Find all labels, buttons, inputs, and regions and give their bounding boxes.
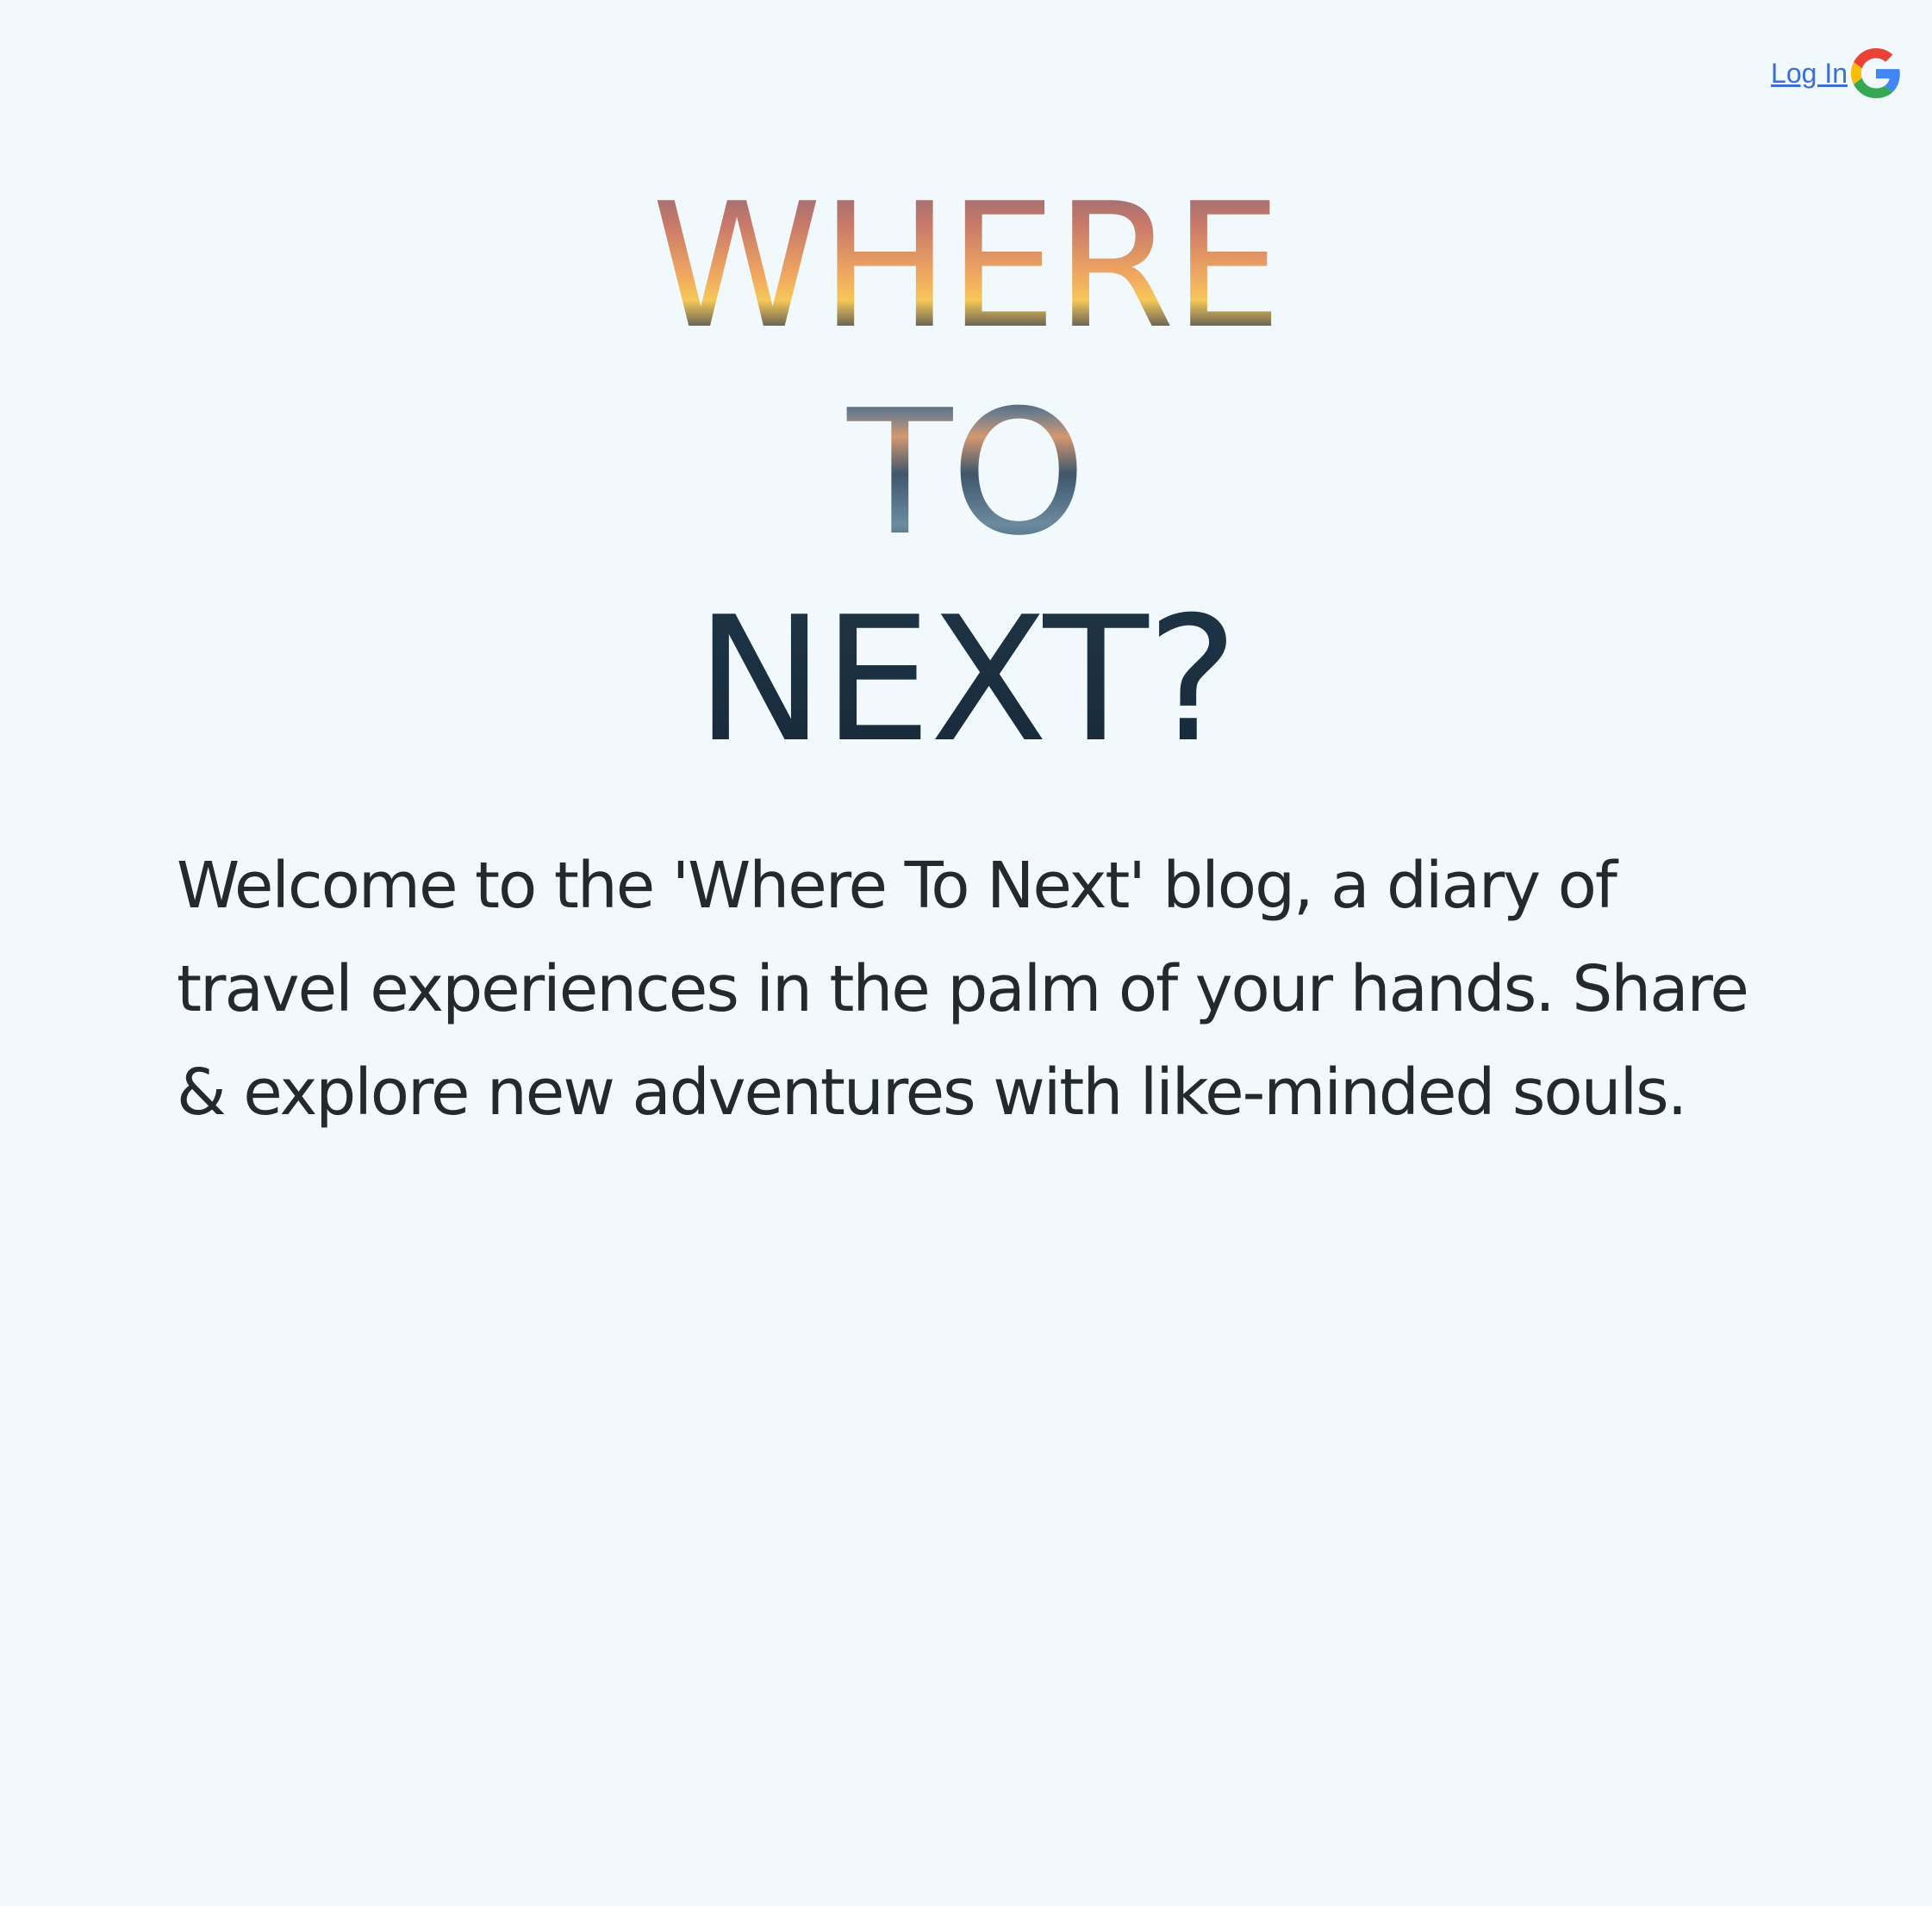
hero-title-line-where: WHERE xyxy=(0,164,1932,371)
login-area: Log In xyxy=(1771,48,1901,98)
login-link[interactable]: Log In xyxy=(1771,58,1848,90)
hero-title: WHERE TO NEXT? xyxy=(0,164,1932,784)
google-icon[interactable] xyxy=(1851,48,1901,98)
intro-paragraph: Welcome to the 'Where To Next' blog, a d… xyxy=(177,849,1749,1130)
hero-title-line-next: NEXT? xyxy=(0,577,1932,784)
hero-title-line-to: TO xyxy=(0,371,1932,577)
